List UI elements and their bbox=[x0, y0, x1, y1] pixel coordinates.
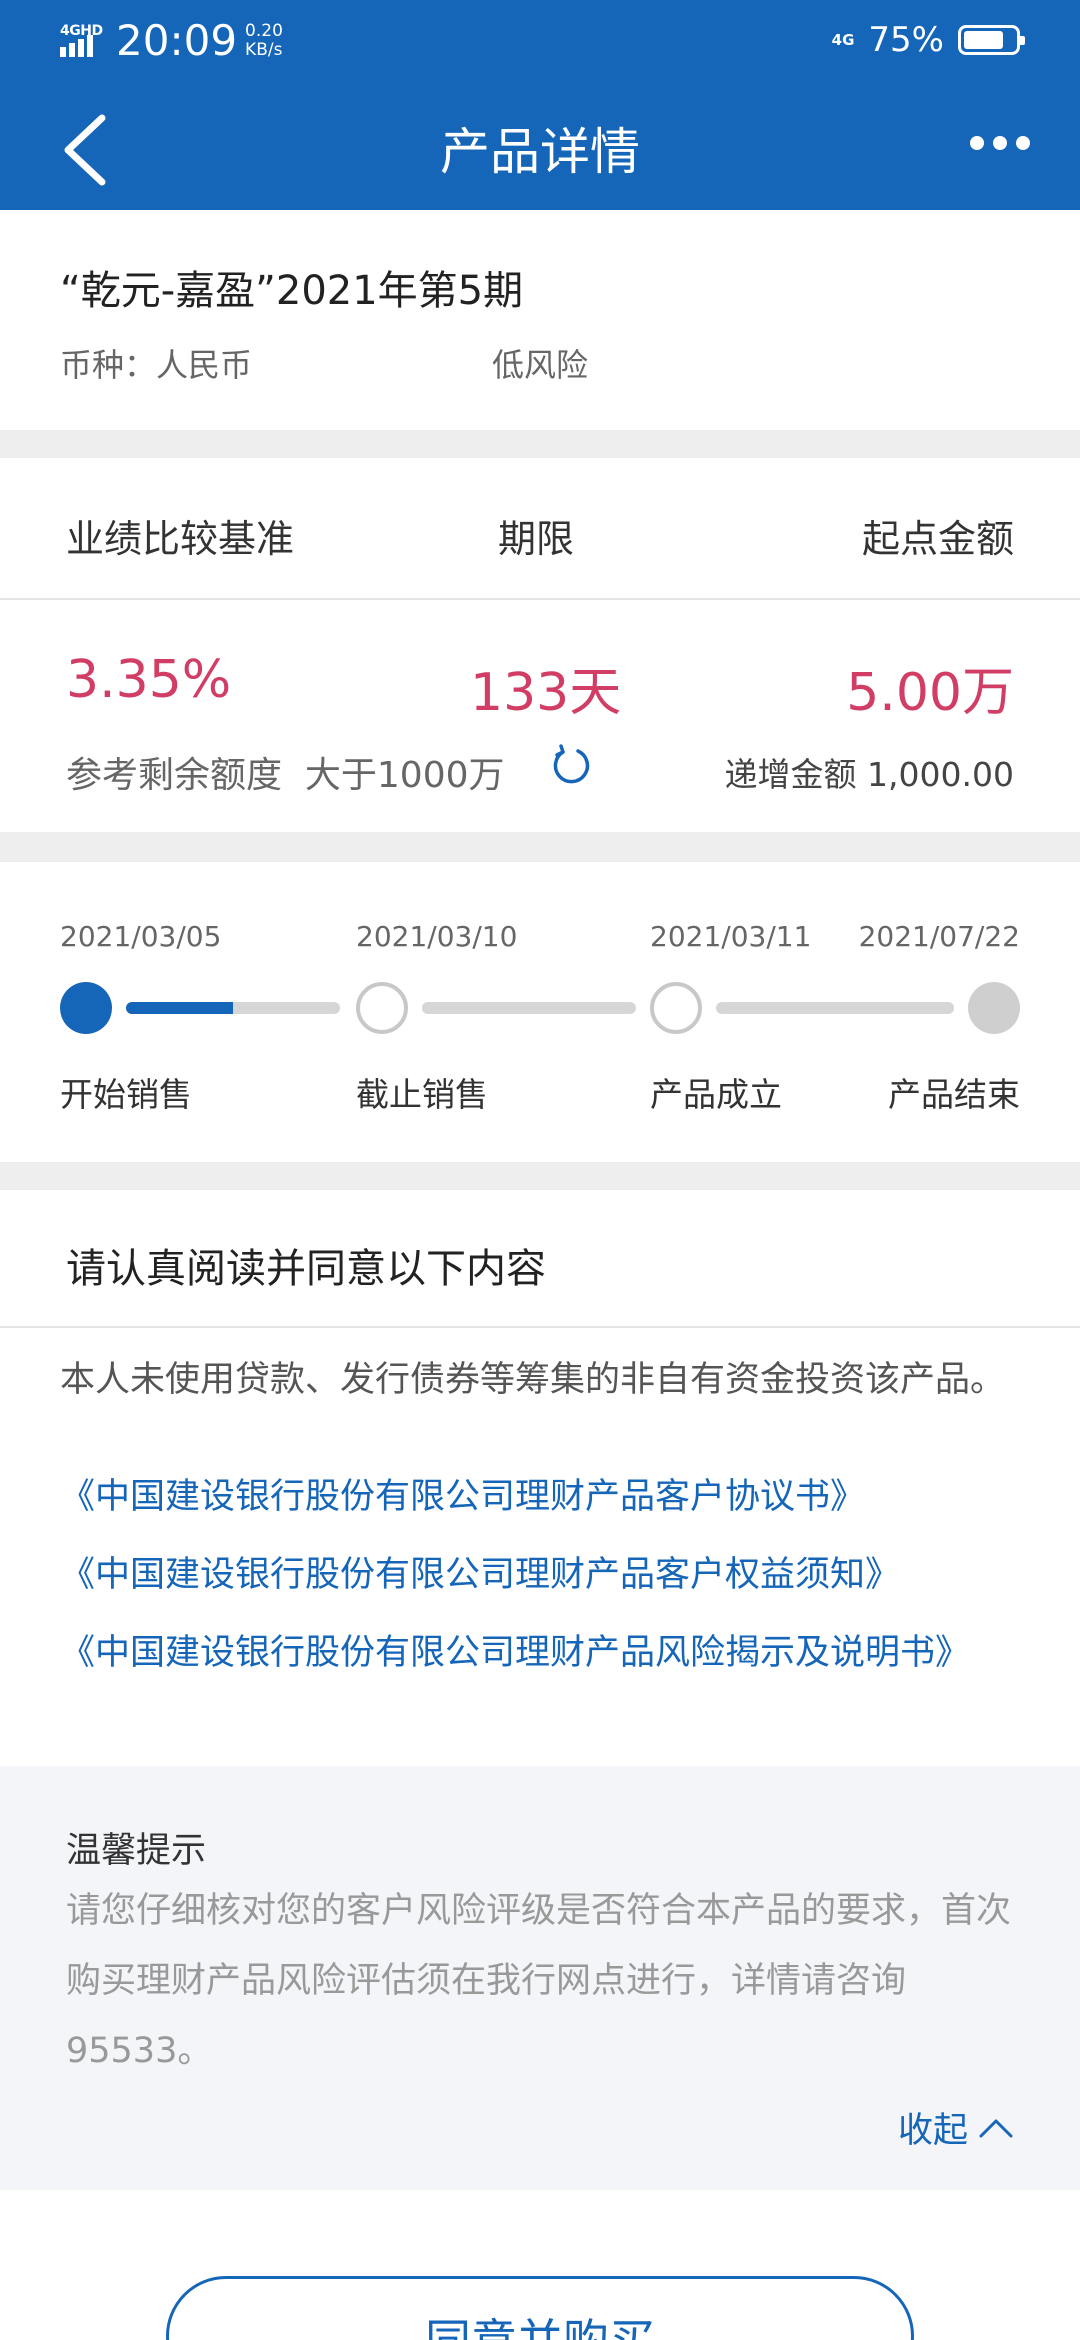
timeline-date: 2021/03/11 bbox=[650, 920, 812, 953]
divider bbox=[0, 1326, 1080, 1328]
chevron-up-icon bbox=[979, 2119, 1013, 2137]
timeline-label: 开始销售 bbox=[60, 1075, 192, 1114]
term-value: 133天 bbox=[470, 663, 622, 723]
status-bar: 4GHD 20:09 0.20 KB/s 4G 75% bbox=[0, 0, 1080, 80]
timeline-date: 2021/03/05 bbox=[60, 920, 222, 953]
more-horizontal-icon[interactable] bbox=[970, 136, 1030, 150]
customer-rights-link[interactable]: 《中国建设银行股份有限公司理财产品客户权益须知》 bbox=[60, 1554, 1020, 1596]
term-header: 期限 bbox=[498, 517, 575, 561]
collapse-button[interactable]: 收起 bbox=[898, 2102, 1014, 2153]
agreement-statement: 本人未使用贷款、发行债券等筹集的非自有资金投资该产品。 bbox=[60, 1360, 1006, 1400]
product-name: “乾元-嘉盈”2021年第5期 bbox=[60, 268, 524, 314]
product-stats-section: 业绩比较基准 期限 起点金额 3.35% 133天 5.00万 参考剩余额度 大… bbox=[0, 458, 1080, 832]
timeline-date: 2021/07/22 bbox=[858, 920, 1020, 953]
timeline-label: 截止销售 bbox=[356, 1075, 488, 1114]
timeline-progress-fill bbox=[126, 1002, 233, 1014]
increment-amount: 递增金额 1,000.00 bbox=[724, 755, 1014, 794]
product-risk: 低风险 bbox=[492, 346, 589, 384]
product-currency: 币种：人民币 bbox=[60, 346, 253, 384]
signal-icon: 4GHD bbox=[60, 21, 104, 61]
timeline-section: 2021/03/05 2021/03/10 2021/03/11 2021/07… bbox=[0, 862, 1080, 1162]
min-amount-header: 起点金额 bbox=[861, 517, 1014, 561]
product-detail-page: 4GHD 20:09 0.20 KB/s 4G 75% 产品详情 “乾元-嘉盈”… bbox=[0, 0, 1080, 2340]
header: 4GHD 20:09 0.20 KB/s 4G 75% 产品详情 bbox=[0, 0, 1080, 210]
page-title: 产品详情 bbox=[440, 123, 640, 181]
battery-percent: 75% bbox=[868, 20, 944, 60]
tips-section: 温馨提示 请您仔细核对您的客户风险评级是否符合本产品的要求，首次购买理财产品风险… bbox=[0, 1766, 1080, 2190]
timeline-track bbox=[422, 1002, 636, 1014]
tips-title: 温馨提示 bbox=[66, 1831, 207, 1871]
timeline-label: 产品结束 bbox=[888, 1075, 1020, 1114]
agreement-section: 请认真阅读并同意以下内容 本人未使用贷款、发行债券等筹集的非自有资金投资该产品。… bbox=[0, 1190, 1080, 1766]
min-amount-value: 5.00万 bbox=[846, 663, 1014, 723]
divider bbox=[0, 598, 1080, 600]
refresh-icon[interactable] bbox=[550, 744, 592, 786]
timeline-date: 2021/03/10 bbox=[356, 920, 518, 953]
network-speed: 0.20 KB/s bbox=[245, 20, 283, 60]
benchmark-header: 业绩比较基准 bbox=[66, 517, 295, 561]
tips-text: 请您仔细核对您的客户风险评级是否符合本产品的要求，首次购买理财产品风险评估须在我… bbox=[66, 1891, 1012, 2071]
agree-and-buy-button[interactable]: 同意并购买 bbox=[166, 2276, 914, 2340]
timeline-track bbox=[126, 1002, 340, 1014]
benchmark-value: 3.35% bbox=[66, 650, 232, 710]
timeline-dot bbox=[356, 982, 408, 1034]
remaining-quota-value: 大于1000万 bbox=[304, 755, 505, 796]
timeline-dot-end bbox=[968, 982, 1020, 1034]
collapse-label: 收起 bbox=[897, 2111, 968, 2151]
timeline-dot bbox=[650, 982, 702, 1034]
agreement-title: 请认真阅读并同意以下内容 bbox=[66, 1246, 546, 1292]
timeline-label: 产品成立 bbox=[650, 1075, 782, 1114]
network-type-right: 4G bbox=[831, 31, 855, 49]
bottom-bar: 同意并购买 bbox=[0, 2190, 1080, 2340]
network-type: 4GHD bbox=[60, 22, 103, 39]
product-info-section: “乾元-嘉盈”2021年第5期 币种：人民币 低风险 bbox=[0, 210, 1080, 430]
timeline-dot-active bbox=[60, 982, 112, 1034]
status-time: 20:09 bbox=[116, 16, 238, 65]
remaining-quota-label: 参考剩余额度 大于1000万 bbox=[66, 755, 505, 796]
customer-agreement-link[interactable]: 《中国建设银行股份有限公司理财产品客户协议书》 bbox=[60, 1476, 1020, 1518]
timeline-track bbox=[716, 1002, 954, 1014]
battery-icon bbox=[958, 25, 1025, 55]
risk-disclosure-link[interactable]: 《中国建设银行股份有限公司理财产品风险揭示及说明书》 bbox=[60, 1632, 1020, 1674]
